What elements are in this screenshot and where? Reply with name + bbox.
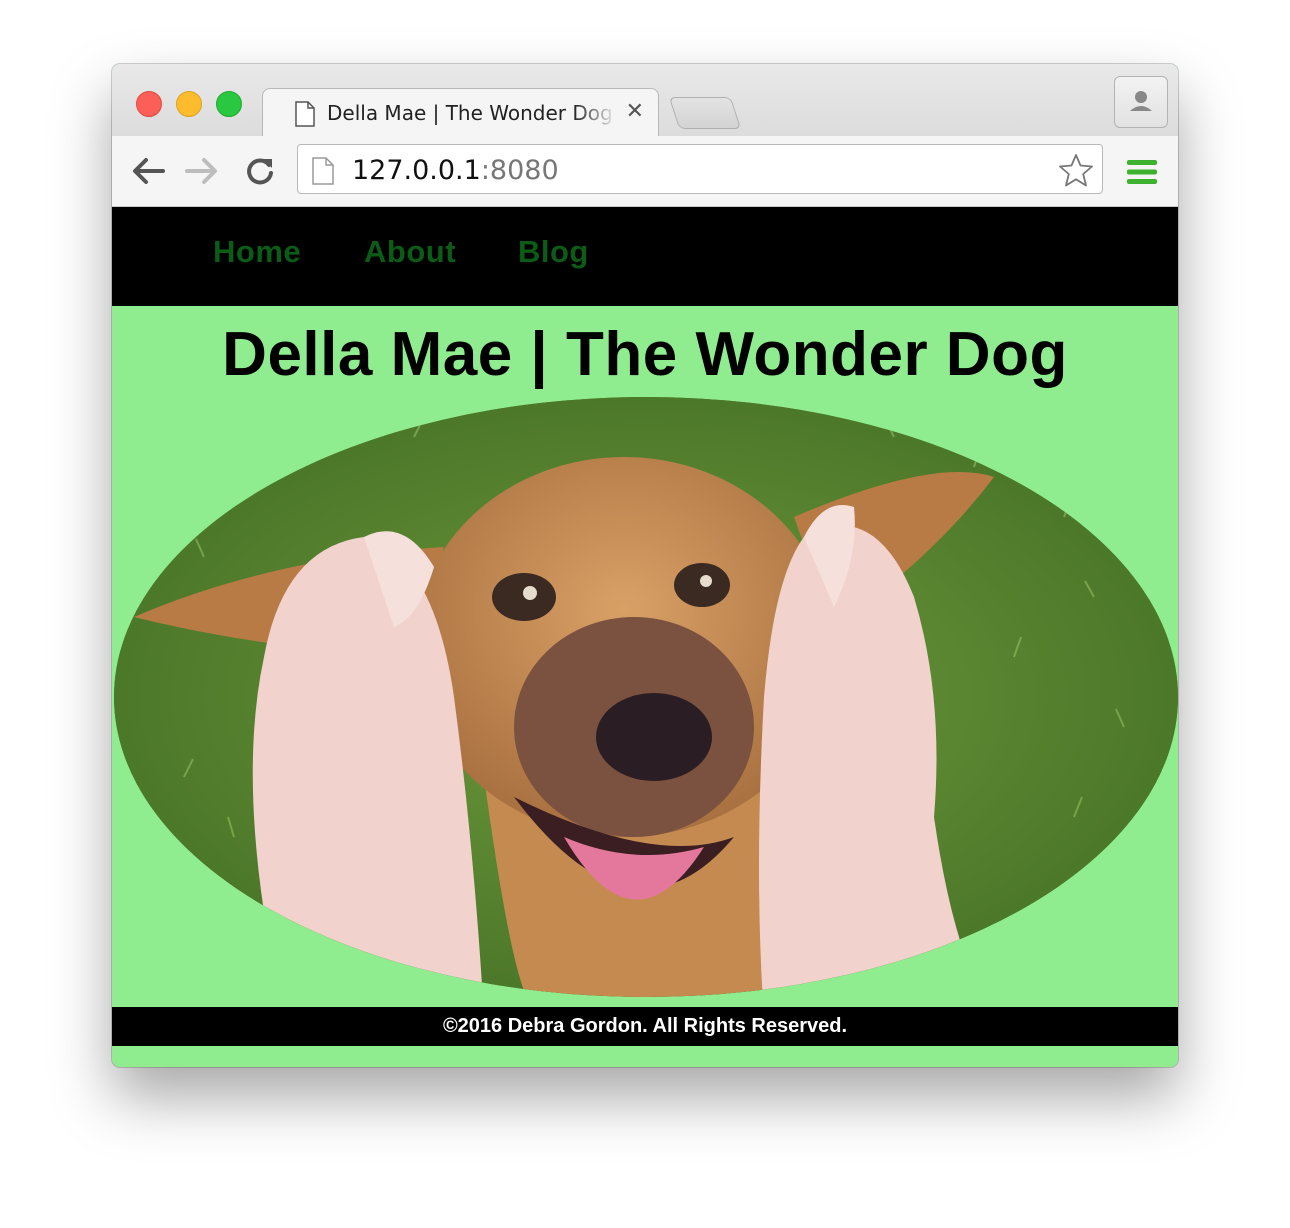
browser-toolbar: 127.0.0.1:8080 bbox=[112, 136, 1178, 207]
back-arrow-icon[interactable] bbox=[130, 156, 166, 191]
page-title: Della Mae | The Wonder Dog bbox=[222, 320, 1068, 389]
browser-window: Della Mae | The Wonder Dog ✕ 127.0.0.1:8… bbox=[112, 64, 1178, 1067]
nav-link-about[interactable]: About bbox=[364, 234, 456, 270]
person-icon bbox=[1130, 91, 1152, 111]
tab-close-icon[interactable]: ✕ bbox=[626, 99, 644, 124]
minimize-window-button[interactable] bbox=[176, 91, 202, 117]
maximize-window-button[interactable] bbox=[216, 91, 242, 117]
close-window-button[interactable] bbox=[136, 91, 162, 117]
page-icon bbox=[295, 101, 315, 132]
new-tab-button[interactable] bbox=[668, 97, 742, 129]
title-bar: Della Mae | The Wonder Dog ✕ bbox=[112, 64, 1178, 139]
menu-hamburger-icon[interactable] bbox=[1126, 158, 1158, 191]
tab-active[interactable]: Della Mae | The Wonder Dog ✕ bbox=[262, 88, 659, 139]
hero-dog-photo bbox=[114, 397, 1178, 997]
page-icon bbox=[312, 157, 334, 190]
forward-arrow-icon[interactable] bbox=[184, 156, 220, 191]
url-text: 127.0.0.1:8080 bbox=[352, 155, 559, 186]
url-port: :8080 bbox=[480, 155, 559, 186]
nav-link-blog[interactable]: Blog bbox=[518, 234, 589, 270]
address-bar[interactable]: 127.0.0.1:8080 bbox=[297, 144, 1103, 194]
site-footer: ©2016 Debra Gordon. All Rights Reserved. bbox=[112, 1007, 1178, 1046]
reload-icon[interactable] bbox=[244, 156, 276, 191]
dog-photo-illustration bbox=[114, 397, 1178, 997]
profile-button[interactable] bbox=[1114, 76, 1168, 128]
url-host: 127.0.0.1 bbox=[352, 155, 481, 186]
site-nav-bar: Home About Blog bbox=[112, 207, 1178, 306]
bookmark-star-icon[interactable] bbox=[1058, 153, 1094, 192]
page-content: Home About Blog Della Mae | The Wonder D… bbox=[112, 207, 1178, 1067]
tab-title: Della Mae | The Wonder Dog bbox=[327, 101, 613, 125]
nav-link-home[interactable]: Home bbox=[213, 234, 301, 270]
